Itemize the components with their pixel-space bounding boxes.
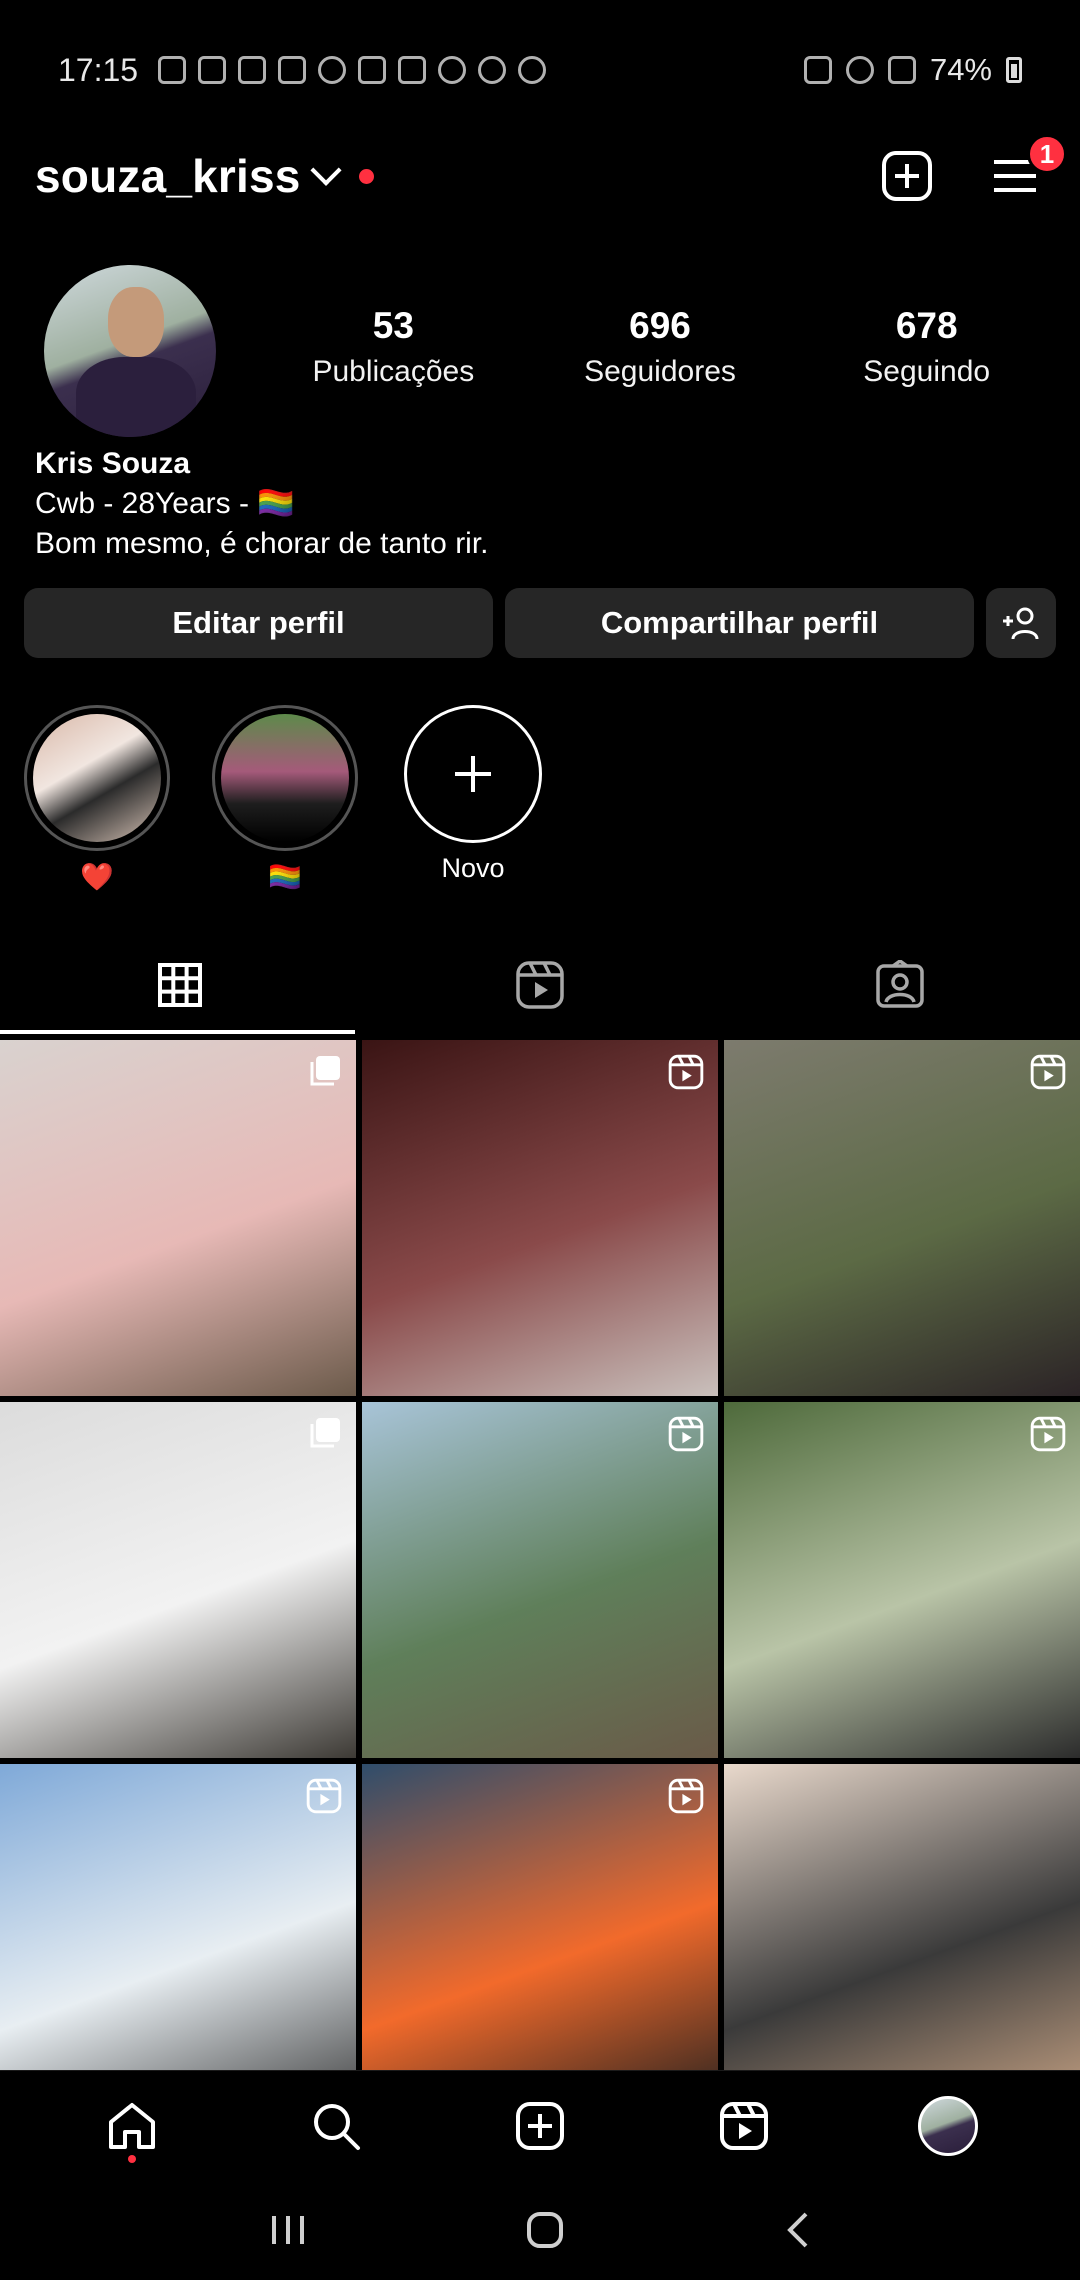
nav-reels[interactable] bbox=[699, 2081, 789, 2171]
search-icon bbox=[314, 2103, 360, 2150]
tagged-person-icon bbox=[876, 960, 924, 1008]
home-button-icon[interactable] bbox=[525, 2210, 565, 2250]
instagram-icon bbox=[318, 56, 347, 84]
highlight-label: Novo bbox=[441, 853, 505, 883]
posts-count: 53 bbox=[372, 305, 414, 346]
followers-label: Seguidores bbox=[584, 355, 736, 388]
edit-profile-button[interactable]: Editar perfil bbox=[24, 588, 493, 658]
username[interactable]: souza_kriss bbox=[35, 149, 301, 203]
recents-icon[interactable] bbox=[268, 2212, 308, 2248]
post-thumbnail[interactable] bbox=[724, 1040, 1080, 1396]
reel-icon bbox=[1030, 1054, 1066, 1095]
home-icon bbox=[109, 2102, 155, 2149]
notification-icons bbox=[158, 56, 547, 84]
app-icon bbox=[438, 56, 467, 84]
profile-actions: Editar perfil Compartilhar perfil bbox=[24, 588, 1056, 658]
battery-icon bbox=[1006, 57, 1022, 83]
following-label: Seguindo bbox=[863, 355, 991, 388]
post-thumbnail[interactable] bbox=[724, 1764, 1080, 2120]
post-thumbnail[interactable] bbox=[0, 1402, 356, 1758]
bottom-navigation bbox=[0, 2070, 1080, 2180]
post-thumbnail[interactable] bbox=[362, 1402, 718, 1758]
posts-label: Publicações bbox=[312, 355, 475, 388]
post-thumbnail[interactable] bbox=[362, 1764, 718, 2120]
reel-icon bbox=[668, 1054, 704, 1095]
ifood-icon bbox=[358, 56, 387, 84]
wifi-icon bbox=[845, 56, 874, 84]
reel-icon bbox=[1030, 1416, 1066, 1457]
amazon-icon bbox=[198, 56, 227, 84]
post-thumbnail[interactable] bbox=[362, 1040, 718, 1396]
add-person-icon bbox=[1003, 607, 1039, 640]
facebook-icon bbox=[278, 56, 307, 84]
chevron-down-icon[interactable] bbox=[310, 154, 342, 186]
tab-posts[interactable] bbox=[0, 940, 360, 1030]
stat-posts[interactable]: 53 Publicações bbox=[260, 305, 527, 389]
post-thumbnail[interactable] bbox=[0, 1764, 356, 2120]
plus-icon bbox=[455, 756, 491, 792]
status-time: 17:15 bbox=[58, 51, 139, 88]
signal-icon bbox=[887, 56, 916, 84]
threads-icon bbox=[518, 56, 547, 84]
new-highlight-button[interactable]: Novo bbox=[400, 705, 546, 893]
display-name: Kris Souza bbox=[35, 447, 191, 480]
menu-button[interactable]: 1 bbox=[985, 134, 1067, 206]
reels-icon bbox=[720, 2101, 768, 2150]
active-tab-indicator bbox=[0, 1030, 355, 1034]
carousel-icon bbox=[308, 1416, 342, 1455]
unread-dot bbox=[358, 168, 374, 184]
followers-count: 696 bbox=[629, 305, 691, 346]
system-status: 74% bbox=[803, 52, 1022, 88]
post-thumbnail[interactable] bbox=[724, 1402, 1080, 1758]
avatar bbox=[918, 2095, 978, 2156]
highlight-item[interactable]: 🏳️‍🌈 bbox=[212, 705, 358, 893]
reels-icon bbox=[516, 961, 564, 1009]
gallery-icon bbox=[398, 56, 427, 84]
reel-icon bbox=[668, 1778, 704, 1819]
status-bar: 17:15 74% bbox=[0, 0, 1080, 140]
profile-tabs bbox=[0, 940, 1080, 1030]
create-button[interactable] bbox=[877, 146, 937, 206]
system-navigation bbox=[0, 2180, 1080, 2280]
nav-search[interactable] bbox=[291, 2081, 381, 2171]
alarm-icon bbox=[803, 56, 832, 84]
tab-reels[interactable] bbox=[360, 940, 720, 1030]
plus-square-icon bbox=[516, 2101, 564, 2150]
mail-icon bbox=[238, 56, 267, 84]
tab-tagged[interactable] bbox=[720, 940, 1080, 1030]
facebook-icon bbox=[158, 56, 187, 84]
highlight-label: ❤️ bbox=[80, 862, 114, 892]
check-icon bbox=[478, 56, 507, 84]
reel-icon bbox=[306, 1778, 342, 1819]
share-profile-button[interactable]: Compartilhar perfil bbox=[505, 588, 974, 658]
nav-profile[interactable] bbox=[903, 2081, 993, 2171]
nav-create[interactable] bbox=[495, 2081, 585, 2171]
notification-badge: 1 bbox=[1027, 134, 1067, 174]
post-thumbnail[interactable] bbox=[0, 1040, 356, 1396]
carousel-icon bbox=[308, 1054, 342, 1093]
profile-stats: 53 Publicações 696 Seguidores 678 Seguin… bbox=[260, 305, 1060, 389]
highlight-label: 🏳️‍🌈 bbox=[268, 862, 302, 892]
profile-header: souza_kriss 1 bbox=[0, 134, 1080, 212]
grid-icon bbox=[158, 963, 202, 1007]
posts-grid bbox=[0, 1040, 1080, 2120]
back-icon[interactable] bbox=[782, 2210, 812, 2250]
stat-following[interactable]: 678 Seguindo bbox=[793, 305, 1060, 389]
profile-bio: Kris Souza Cwb - 28Years - 🏳️‍🌈 Bom mesm… bbox=[35, 444, 489, 564]
reel-icon bbox=[668, 1416, 704, 1457]
bio-line: Cwb - 28Years - 🏳️‍🌈 bbox=[35, 487, 295, 520]
home-activity-dot bbox=[128, 2154, 136, 2163]
battery-percent: 74% bbox=[929, 52, 992, 87]
nav-home[interactable] bbox=[87, 2081, 177, 2171]
following-count: 678 bbox=[895, 305, 958, 346]
highlight-item[interactable]: ❤️ bbox=[24, 705, 170, 893]
discover-people-button[interactable] bbox=[986, 588, 1056, 658]
plus-square-icon bbox=[882, 151, 932, 201]
bio-line: Bom mesmo, é chorar de tanto rir. bbox=[35, 527, 489, 560]
stat-followers[interactable]: 696 Seguidores bbox=[527, 305, 794, 389]
profile-avatar[interactable] bbox=[44, 265, 216, 437]
story-highlights: ❤️ 🏳️‍🌈 Novo bbox=[24, 705, 546, 893]
